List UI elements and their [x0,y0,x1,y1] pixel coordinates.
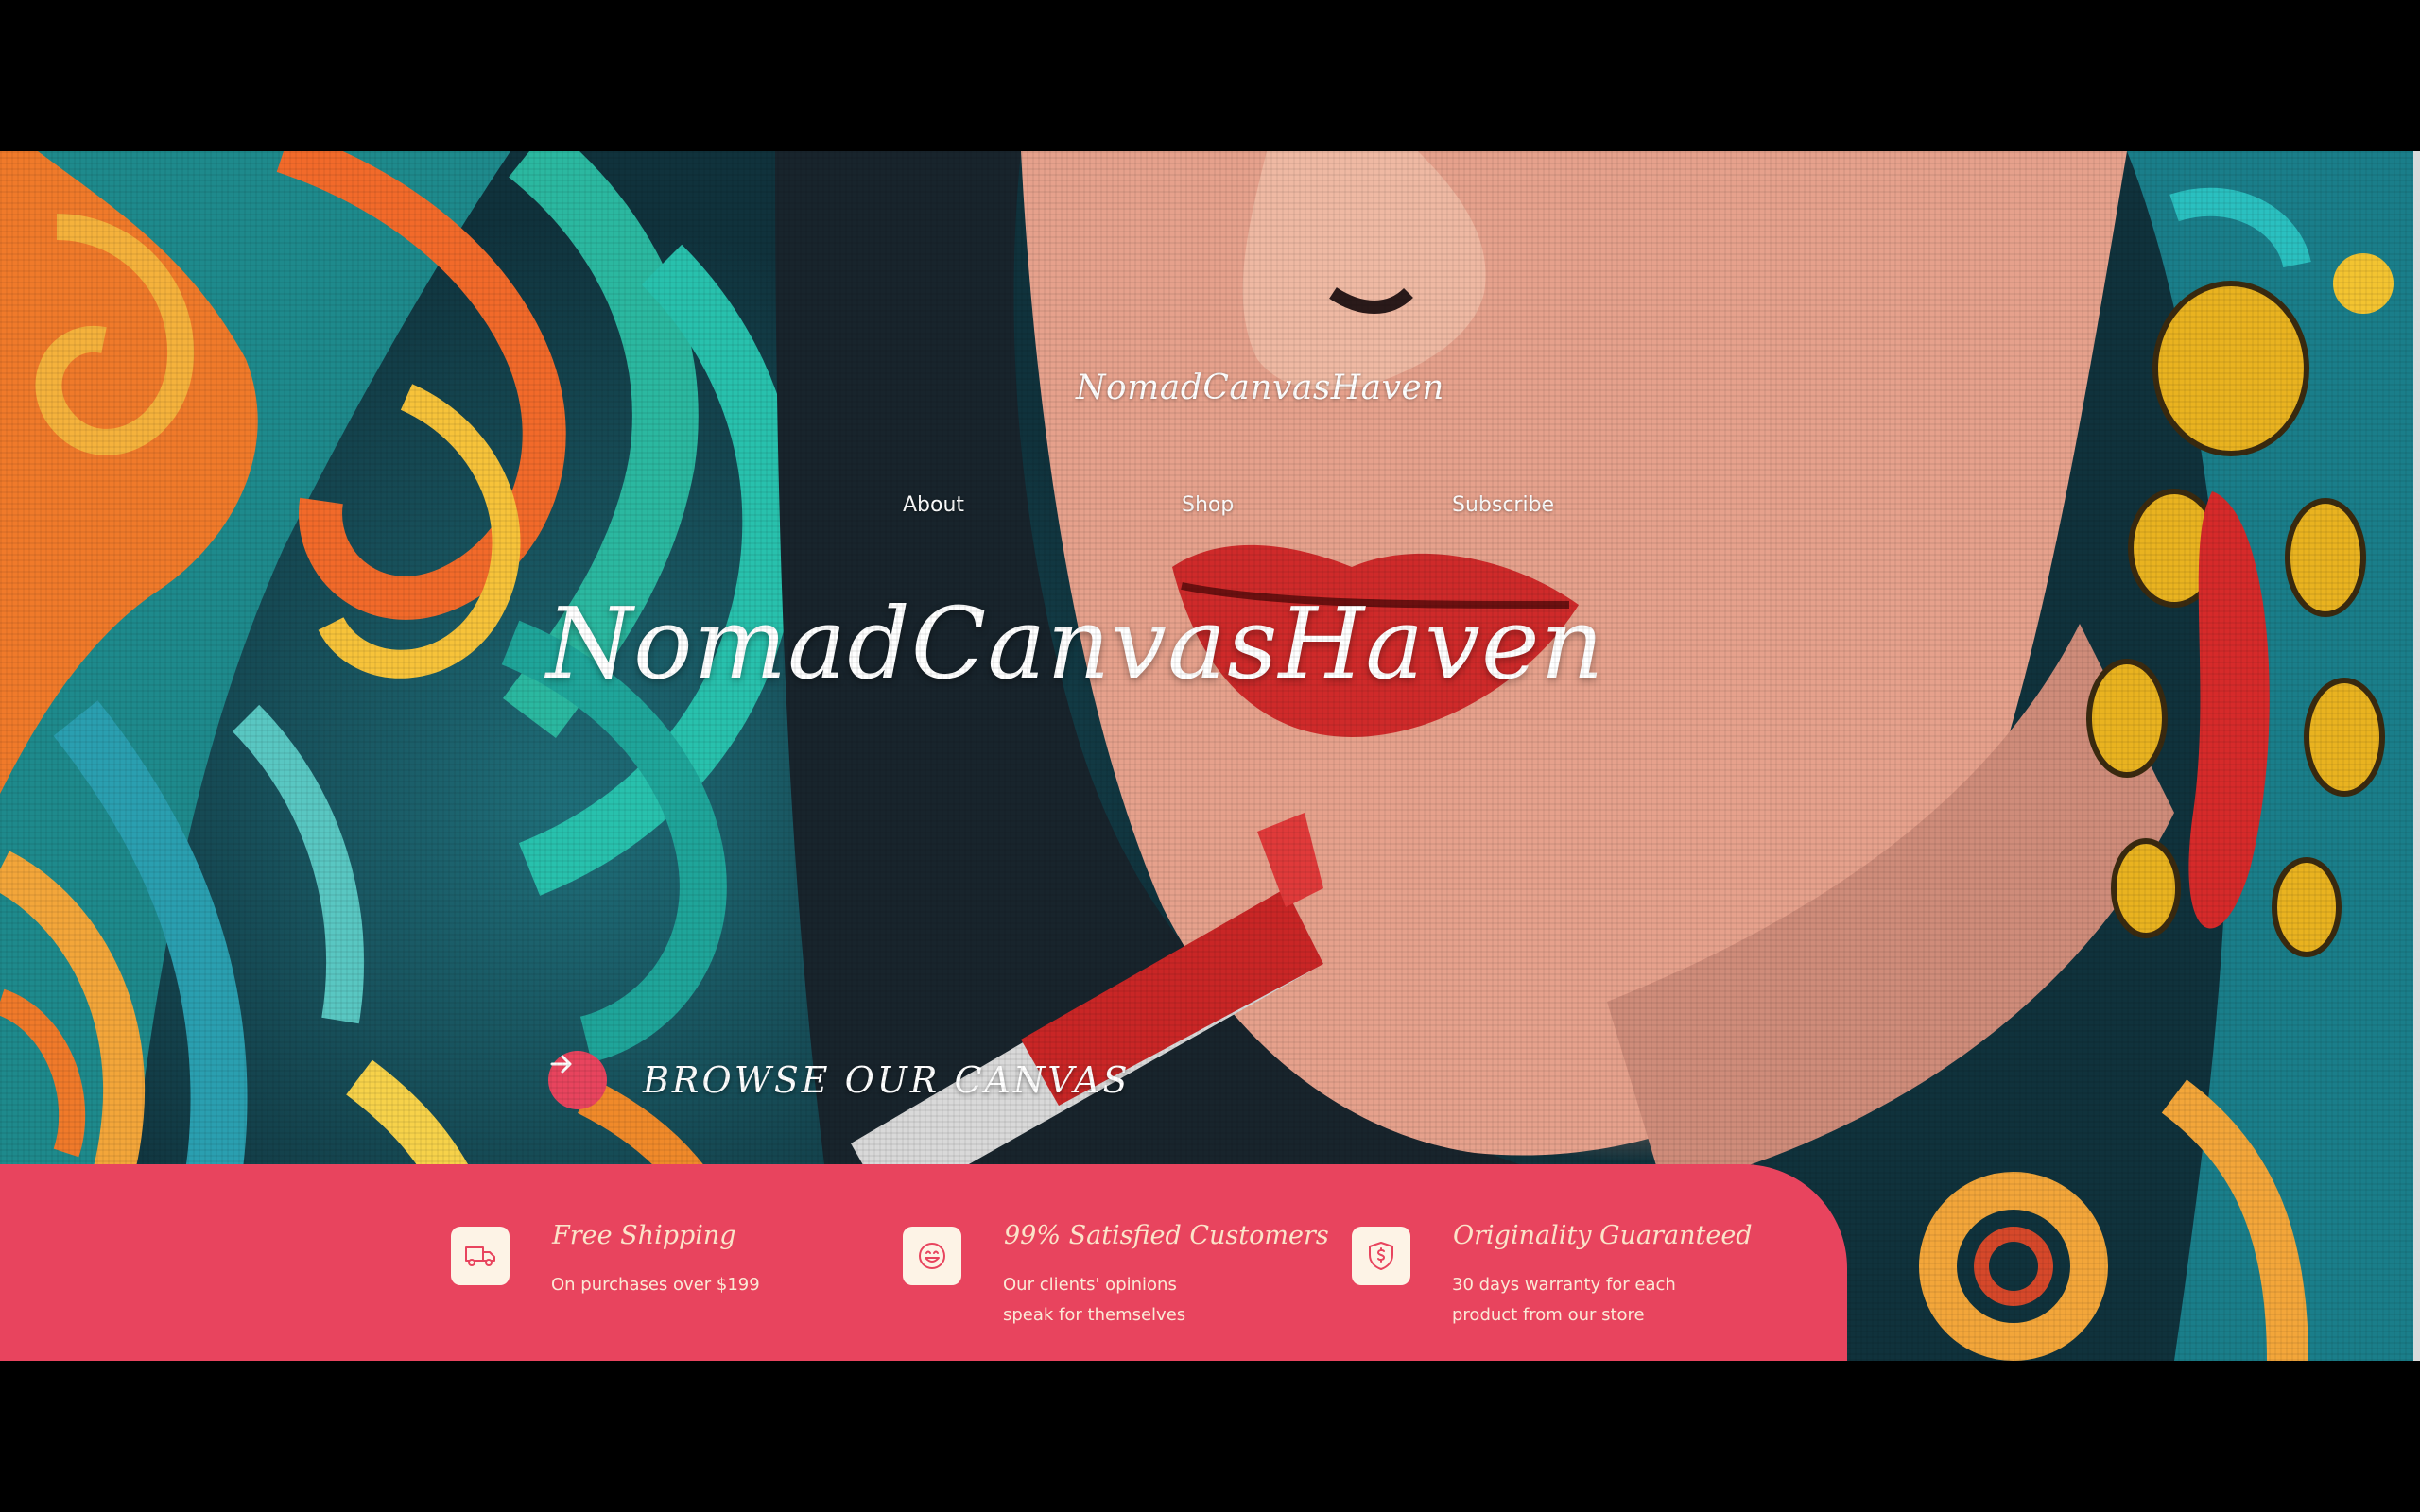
truck-icon [465,1246,495,1266]
arrow-right-icon [550,1055,572,1074]
feature-title: Originality Guaranteed [1453,1221,1753,1250]
browse-circle[interactable] [548,1051,607,1109]
brand-logo[interactable]: NomadCanvasHaven [1076,369,1444,407]
feature-title: Free Shipping [552,1221,736,1250]
smile-icon [919,1243,945,1269]
feature-title: 99% Satisfied Customers [1004,1221,1329,1250]
feature-desc: 30 days warranty for each product from o… [1452,1270,1676,1331]
nav-about[interactable]: About [903,493,964,517]
feature-desc-line: On purchases over $199 [551,1275,760,1295]
feature-desc: Our clients' opinions speak for themselv… [1003,1270,1185,1331]
scrollbar[interactable] [2413,151,2420,1361]
nav-subscribe[interactable]: Subscribe [1452,493,1554,517]
page: NomadCanvasHaven About Shop Subscribe No… [0,0,2420,1512]
feature-desc: On purchases over $199 [551,1270,760,1300]
features-bar: Free Shipping On purchases over $199 99%… [0,1164,1847,1361]
feature-desc-line: product from our store [1452,1305,1645,1325]
feature-desc-line: 30 days warranty for each [1452,1275,1676,1295]
feature-desc-line: speak for themselves [1003,1305,1186,1325]
shield-dollar-icon [1369,1242,1393,1270]
hero-title: NomadCanvasHaven [546,586,1605,701]
feature-icon-box [1352,1227,1410,1285]
feature-desc-line: Our clients' opinions [1003,1275,1177,1295]
feature-icon-box [451,1227,510,1285]
browse-canvas-button[interactable]: BROWSE OUR CANVAS [548,1051,1131,1109]
feature-icon-box [903,1227,961,1285]
browse-label[interactable]: BROWSE OUR CANVAS [643,1059,1131,1101]
nav-shop[interactable]: Shop [1182,493,1234,517]
